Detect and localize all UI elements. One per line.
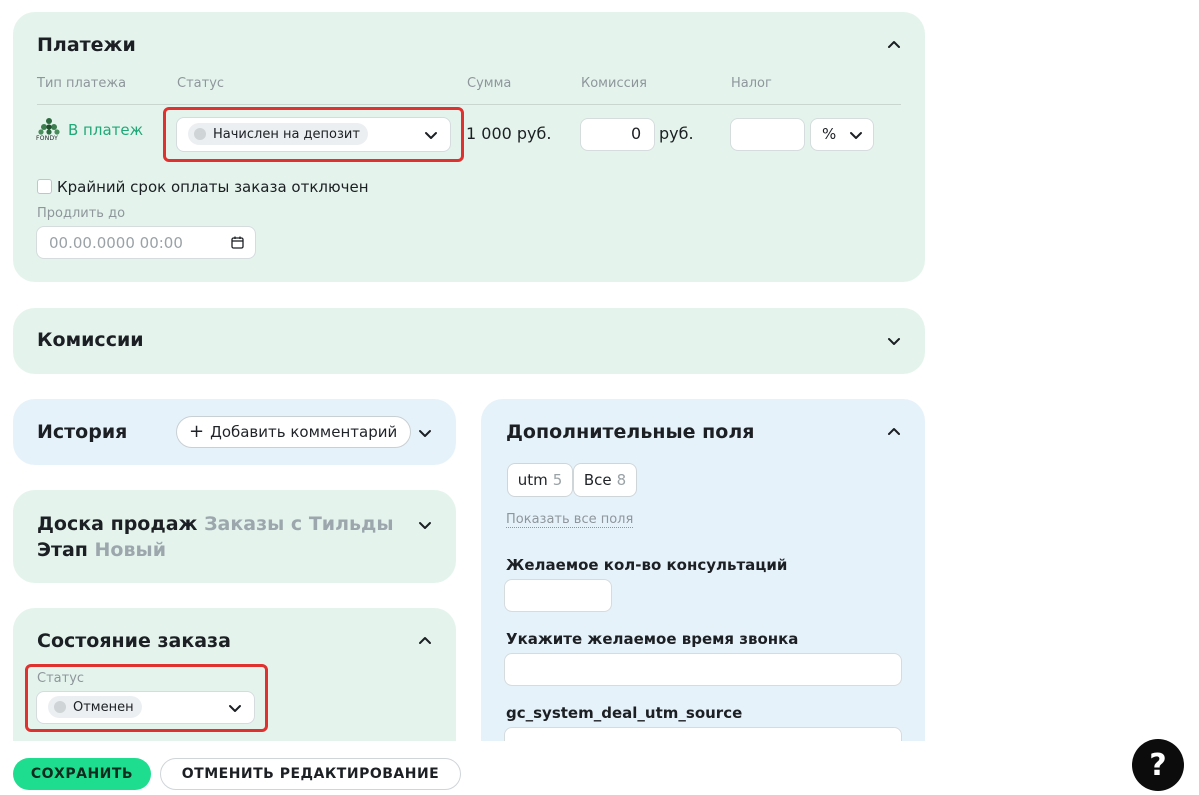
header-payment-type: Тип платежа — [37, 76, 127, 91]
sales-board-value: Заказы с Тильды — [204, 513, 394, 535]
help-icon[interactable]: ? — [1132, 739, 1184, 791]
sales-board-card — [13, 490, 456, 583]
tab-all-label: Все — [583, 471, 612, 489]
tab-utm[interactable]: utm 5 — [507, 463, 573, 497]
chevron-down-icon[interactable] — [417, 425, 433, 441]
add-comment-button[interactable]: + Добавить комментарий — [176, 416, 411, 448]
payment-status-value: Начислен на депозит — [213, 126, 360, 142]
chevron-down-icon[interactable] — [417, 517, 433, 533]
tab-all-count: 8 — [616, 471, 627, 489]
header-tax: Налог — [731, 76, 772, 91]
tax-input[interactable] — [730, 118, 805, 151]
tax-unit-select[interactable] — [810, 118, 874, 151]
chevron-down-icon[interactable] — [886, 333, 902, 349]
chevron-up-icon[interactable] — [417, 633, 433, 649]
deadline-checkbox-label: Крайний срок оплаты заказа отключен — [57, 178, 369, 196]
chevron-up-icon[interactable] — [886, 37, 902, 53]
history-title: История — [37, 421, 128, 443]
status-dot-icon — [54, 701, 66, 713]
order-status-badge: Отменен — [48, 696, 142, 718]
header-commission: Комиссия — [581, 76, 648, 91]
sales-stage-label: Этап — [37, 539, 88, 561]
commission-value: 0 — [631, 124, 642, 143]
extra-fields-title: Дополнительные поля — [506, 421, 755, 443]
header-divider — [37, 104, 901, 105]
add-comment-label: Добавить комментарий — [210, 423, 398, 441]
order-status-value: Отменен — [73, 699, 134, 715]
tab-utm-label: utm — [517, 471, 548, 489]
sales-board-label: Доска продаж — [37, 513, 198, 535]
status-badge: Начислен на депозит — [188, 123, 368, 145]
order-state-title: Состояние заказа — [37, 630, 231, 652]
commission-unit: руб. — [659, 124, 694, 143]
tab-all[interactable]: Все 8 — [573, 463, 637, 497]
commissions-title: Комиссии — [37, 329, 144, 351]
commission-input[interactable] — [580, 118, 655, 151]
calendar-icon[interactable] — [231, 234, 244, 249]
extend-date-placeholder: 00.00.0000 00:00 — [49, 234, 183, 252]
chevron-down-icon[interactable] — [423, 127, 439, 143]
commissions-card[interactable] — [13, 308, 925, 374]
consultations-count-input[interactable] — [504, 579, 612, 612]
header-status: Статус — [177, 76, 225, 91]
fondy-logo-text: FONDY — [36, 135, 59, 142]
header-sum: Сумма — [467, 76, 512, 91]
plus-icon: + — [189, 421, 205, 442]
sales-stage-value: Новый — [94, 539, 167, 561]
payment-type-link[interactable]: В платеж — [68, 121, 143, 139]
sales-stage-line: Этап Новый — [37, 539, 166, 561]
chevron-down-icon[interactable] — [227, 700, 243, 716]
sales-board-line: Доска продаж Заказы с Тильды — [37, 513, 394, 535]
order-status-label: Статус — [37, 671, 85, 686]
tax-unit-value: % — [822, 125, 837, 143]
payments-title: Платежи — [37, 34, 136, 56]
show-all-fields-link[interactable]: Показать все поля — [506, 512, 634, 528]
field-label: Желаемое кол-во консультаций — [506, 556, 788, 574]
tab-utm-count: 5 — [552, 471, 563, 489]
save-button[interactable]: СОХРАНИТЬ — [13, 758, 151, 790]
deadline-checkbox[interactable] — [37, 179, 52, 194]
cancel-edit-button[interactable]: ОТМЕНИТЬ РЕДАКТИРОВАНИЕ — [160, 758, 461, 790]
extend-label: Продлить до — [37, 206, 126, 221]
field-label: Укажите желаемое время звонка — [506, 630, 799, 648]
status-dot-icon — [194, 128, 206, 140]
field-label: gc_system_deal_utm_source — [506, 704, 743, 722]
payment-sum: 1 000 руб. — [466, 124, 552, 143]
chevron-up-icon[interactable] — [886, 424, 902, 440]
call-time-input[interactable] — [504, 653, 902, 686]
chevron-down-icon[interactable] — [848, 127, 864, 143]
